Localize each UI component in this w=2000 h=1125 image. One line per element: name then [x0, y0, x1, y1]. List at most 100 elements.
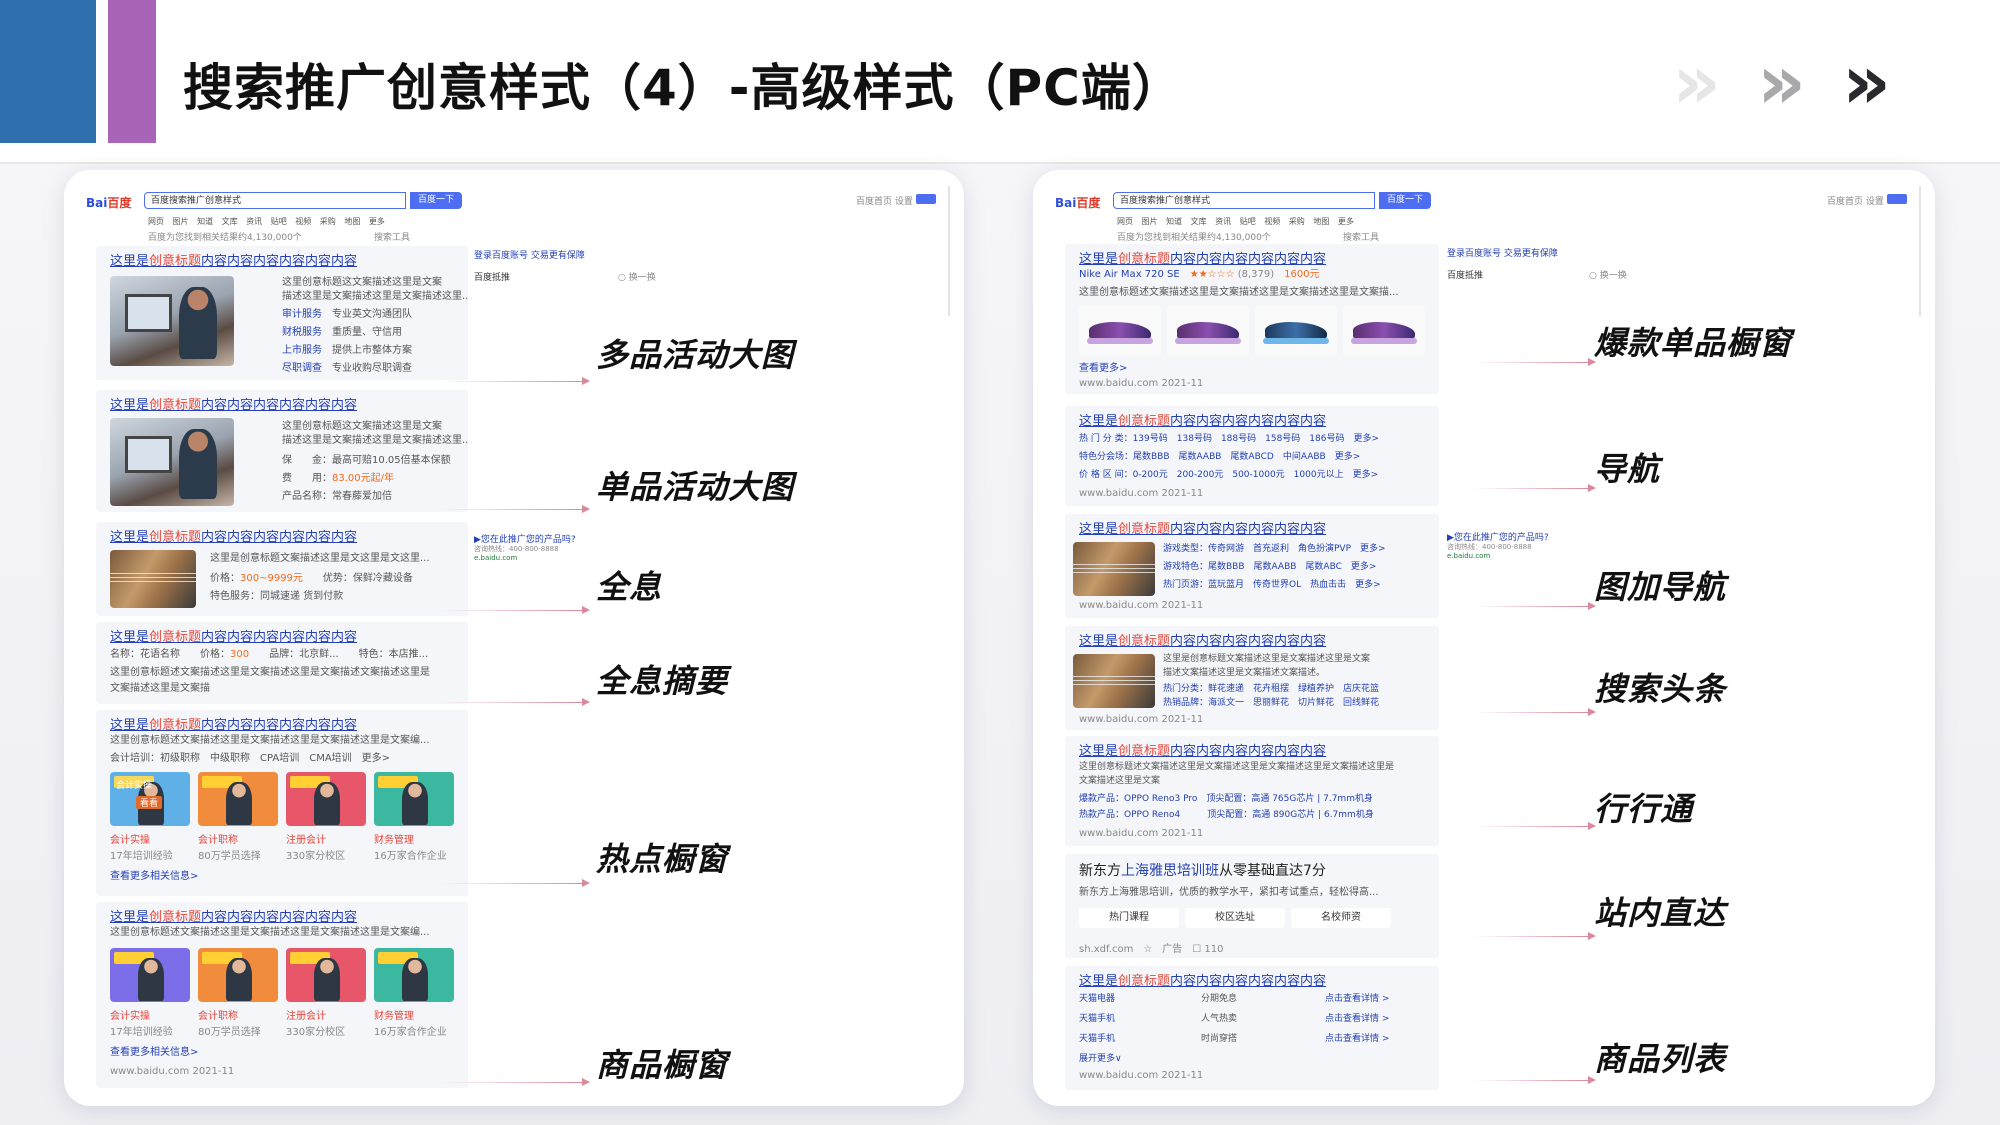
nav-row[interactable]: 热门分类：鲜花速递 花卉租摆 绿植养护 店庆花篮 — [1163, 682, 1379, 696]
list-cell[interactable]: 天猫电器 — [1079, 992, 1115, 1006]
top-links[interactable]: 百度首页 设置 — [1827, 194, 1884, 207]
detail-row[interactable]: 财税服务 重质量、守信用 — [282, 326, 402, 340]
result-url[interactable]: www.baidu.com 2021-11 — [1079, 714, 1203, 725]
nav-row[interactable]: 游戏特色：尾数BBB 尾数AABB 尾数ABC 更多> — [1163, 560, 1376, 574]
result-title[interactable]: 这里是创意标题内容内容内容内容内容内容 — [1079, 970, 1326, 989]
more-link[interactable]: 查看更多相关信息> — [110, 870, 198, 884]
list-cell[interactable]: 天猫手机 — [1079, 1032, 1115, 1046]
search-tools[interactable]: 搜索工具 — [1343, 230, 1379, 243]
item-name[interactable]: 会计职称 — [198, 1010, 238, 1024]
search-button[interactable]: 百度一下 — [1379, 192, 1431, 209]
item-name[interactable]: 财务管理 — [374, 1010, 414, 1024]
shoe-image[interactable] — [1255, 306, 1337, 356]
login-button[interactable] — [916, 194, 936, 204]
result-card-full: 这里是创意标题内容内容内容内容内容内容 这里是创意标题文案描述这里是文这里是文这… — [96, 522, 468, 616]
course-thumb[interactable] — [374, 948, 454, 1002]
course-thumb[interactable] — [374, 772, 454, 826]
result-url[interactable]: www.baidu.com 2021-11 — [1079, 488, 1203, 499]
top-links[interactable]: 百度首页 设置 — [856, 194, 913, 207]
scrollbar[interactable] — [1919, 186, 1921, 316]
guitar-photo — [1073, 542, 1155, 596]
result-title[interactable]: 这里是创意标题内容内容内容内容内容内容 — [1079, 740, 1326, 759]
shoe-image[interactable] — [1343, 306, 1425, 356]
side-ad-phone: 咨询热线：400-800-8888 — [474, 545, 559, 553]
result-title[interactable]: 这里是创意标题内容内容内容内容内容内容 — [1079, 518, 1326, 537]
scope-label: 百度抵推 — [474, 273, 511, 283]
course-thumb[interactable] — [286, 948, 366, 1002]
list-cell[interactable]: 点击查看详情 > — [1325, 1032, 1389, 1046]
result-title[interactable]: 这里是创意标题内容内容内容内容内容内容 — [110, 250, 357, 269]
item-name[interactable]: 会计实操 — [110, 1010, 150, 1024]
product-row[interactable]: 爆款产品：OPPO Reno3 Pro 顶尖配置：高通 765G芯片 | 7.7… — [1079, 792, 1373, 806]
course-thumb[interactable] — [286, 772, 366, 826]
nav-row[interactable]: 会计培训：初级职称 中级职称 CPA培训 CMA培训 更多> — [110, 752, 390, 766]
serp-tabs[interactable]: 网页 图片 知道 文库 资讯 贴吧 视频 采购 地图 更多 — [1117, 216, 1354, 227]
result-url[interactable]: www.baidu.com 2021-11 — [1079, 828, 1203, 839]
course-thumb[interactable]: 会计实操 看看 — [110, 772, 190, 826]
nav-row[interactable]: 热销品牌：海派文一 思丽鲜花 切片鲜花 回线鲜花 — [1163, 696, 1379, 710]
item-name[interactable]: 财务管理 — [374, 834, 414, 848]
label-multi-product: 多品活动大图 — [596, 336, 795, 374]
result-card-industry: 这里是创意标题内容内容内容内容内容内容 这里创意标题述文案描述这里是文案描述这里… — [1065, 736, 1439, 846]
item-name[interactable]: 注册会计 — [286, 1010, 326, 1024]
result-url[interactable]: www.baidu.com 2021-11 — [1079, 378, 1203, 389]
result-desc: 这里是创意标题文案描述这里是文案描述这里是文案 — [1163, 654, 1371, 664]
nav-row[interactable]: 游戏类型：传奇网游 首充返利 角色扮演PVP 更多> — [1163, 542, 1386, 556]
serp-tabs[interactable]: 网页 图片 知道 文库 资讯 贴吧 视频 采购 地图 更多 — [148, 216, 385, 227]
result-title[interactable]: 这里是创意标题内容内容内容内容内容内容 — [110, 906, 357, 925]
search-input[interactable]: 百度搜索推广创意样式 — [144, 192, 406, 209]
connector-line — [1474, 936, 1588, 937]
result-title[interactable]: 这里是创意标题内容内容内容内容内容内容 — [1079, 410, 1326, 429]
item-name[interactable]: 注册会计 — [286, 834, 326, 848]
nav-row[interactable]: 热 门 分 类：139号码 138号码 188号码 158号码 186号码 更多… — [1079, 432, 1379, 446]
product-row[interactable]: 热款产品：OPPO Reno4 顶尖配置：高通 890G芯片 | 6.7mm机身 — [1079, 808, 1374, 822]
result-title[interactable]: 这里是创意标题内容内容内容内容内容内容 — [110, 394, 357, 413]
list-cell[interactable]: 点击查看详情 > — [1325, 992, 1389, 1006]
baidu-logo: Bai百度 — [1055, 196, 1101, 210]
course-thumb[interactable] — [110, 948, 190, 1002]
result-desc: 这里创意标题述文案描述这里是文案描述这里是文案描述这里是文案编... — [110, 735, 430, 746]
quick-link[interactable]: 校区选址 — [1185, 908, 1285, 928]
search-button[interactable]: 百度一下 — [410, 192, 462, 209]
result-title[interactable]: 这里是创意标题内容内容内容内容内容内容 — [1079, 248, 1326, 267]
login-button[interactable] — [1887, 194, 1907, 204]
thumb-button[interactable]: 看看 — [136, 796, 163, 809]
detail-row[interactable]: 上市服务 提供上市整体方案 — [282, 344, 412, 358]
result-title[interactable]: 新东方上海雅思培训班从零基础直达7分 — [1079, 860, 1326, 880]
search-input[interactable]: 百度搜索推广创意样式 — [1113, 192, 1375, 209]
list-cell[interactable]: 点击查看详情 > — [1325, 1012, 1389, 1026]
item-name[interactable]: 会计实操 — [110, 834, 150, 848]
result-url[interactable]: sh.xdf.com ☆ 广告 ☐ 110 — [1079, 940, 1224, 955]
result-card-summary: 这里是创意标题内容内容内容内容内容内容 名称：花语名称 价格：300 品牌：北京… — [96, 622, 468, 704]
item-sub: 16万家合作企业 — [374, 1027, 447, 1038]
nav-row[interactable]: 价 格 区 间：0-200元 200-200元 500-1000元 1000元以… — [1079, 468, 1378, 482]
product-row[interactable]: Nike Air Max 720 SE ★★☆☆☆ (8,379) 1600元 — [1079, 268, 1320, 282]
item-name[interactable]: 会计职称 — [198, 834, 238, 848]
nav-row[interactable]: 热门页游：蓝玩蓝月 传奇世界OL 热血击击 更多> — [1163, 578, 1381, 592]
quick-link[interactable]: 热门课程 — [1079, 908, 1179, 928]
shoe-image[interactable] — [1167, 306, 1249, 356]
detail-row[interactable]: 审计服务 专业英文沟通团队 — [282, 308, 412, 322]
scrollbar[interactable] — [948, 186, 950, 316]
result-title[interactable]: 这里是创意标题内容内容内容内容内容内容 — [110, 526, 357, 545]
shoe-image[interactable] — [1079, 306, 1161, 356]
course-thumb[interactable] — [198, 948, 278, 1002]
more-link[interactable]: 查看更多> — [1079, 362, 1127, 376]
course-thumb[interactable] — [198, 772, 278, 826]
more-link[interactable]: 查看更多相关信息> — [110, 1046, 198, 1060]
more-link[interactable]: 展开更多∨ — [1079, 1052, 1122, 1066]
result-url[interactable]: www.baidu.com 2021-11 — [110, 1066, 234, 1077]
result-title[interactable]: 这里是创意标题内容内容内容内容内容内容 — [110, 714, 357, 733]
result-url[interactable]: www.baidu.com 2021-11 — [1079, 600, 1203, 611]
result-url[interactable]: www.baidu.com 2021-11 — [1079, 1070, 1203, 1081]
nav-row[interactable]: 特色分会场：尾数BBB 尾数AABB 尾数ABCD 中间AABB 更多> — [1079, 450, 1360, 464]
result-title[interactable]: 这里是创意标题内容内容内容内容内容内容 — [1079, 630, 1326, 649]
list-cell[interactable]: 天猫手机 — [1079, 1012, 1115, 1026]
result-title[interactable]: 这里是创意标题内容内容内容内容内容内容 — [110, 626, 357, 645]
radio-option[interactable]: ○ 换一换 — [1589, 268, 1627, 281]
search-tools[interactable]: 搜索工具 — [374, 230, 410, 243]
radio-option[interactable]: ○ 换一换 — [618, 270, 656, 283]
detail-row[interactable]: 尽职调查 专业收购尽职调查 — [282, 362, 412, 376]
label-navigation: 导航 — [1594, 450, 1661, 488]
quick-link[interactable]: 名校师资 — [1291, 908, 1391, 928]
